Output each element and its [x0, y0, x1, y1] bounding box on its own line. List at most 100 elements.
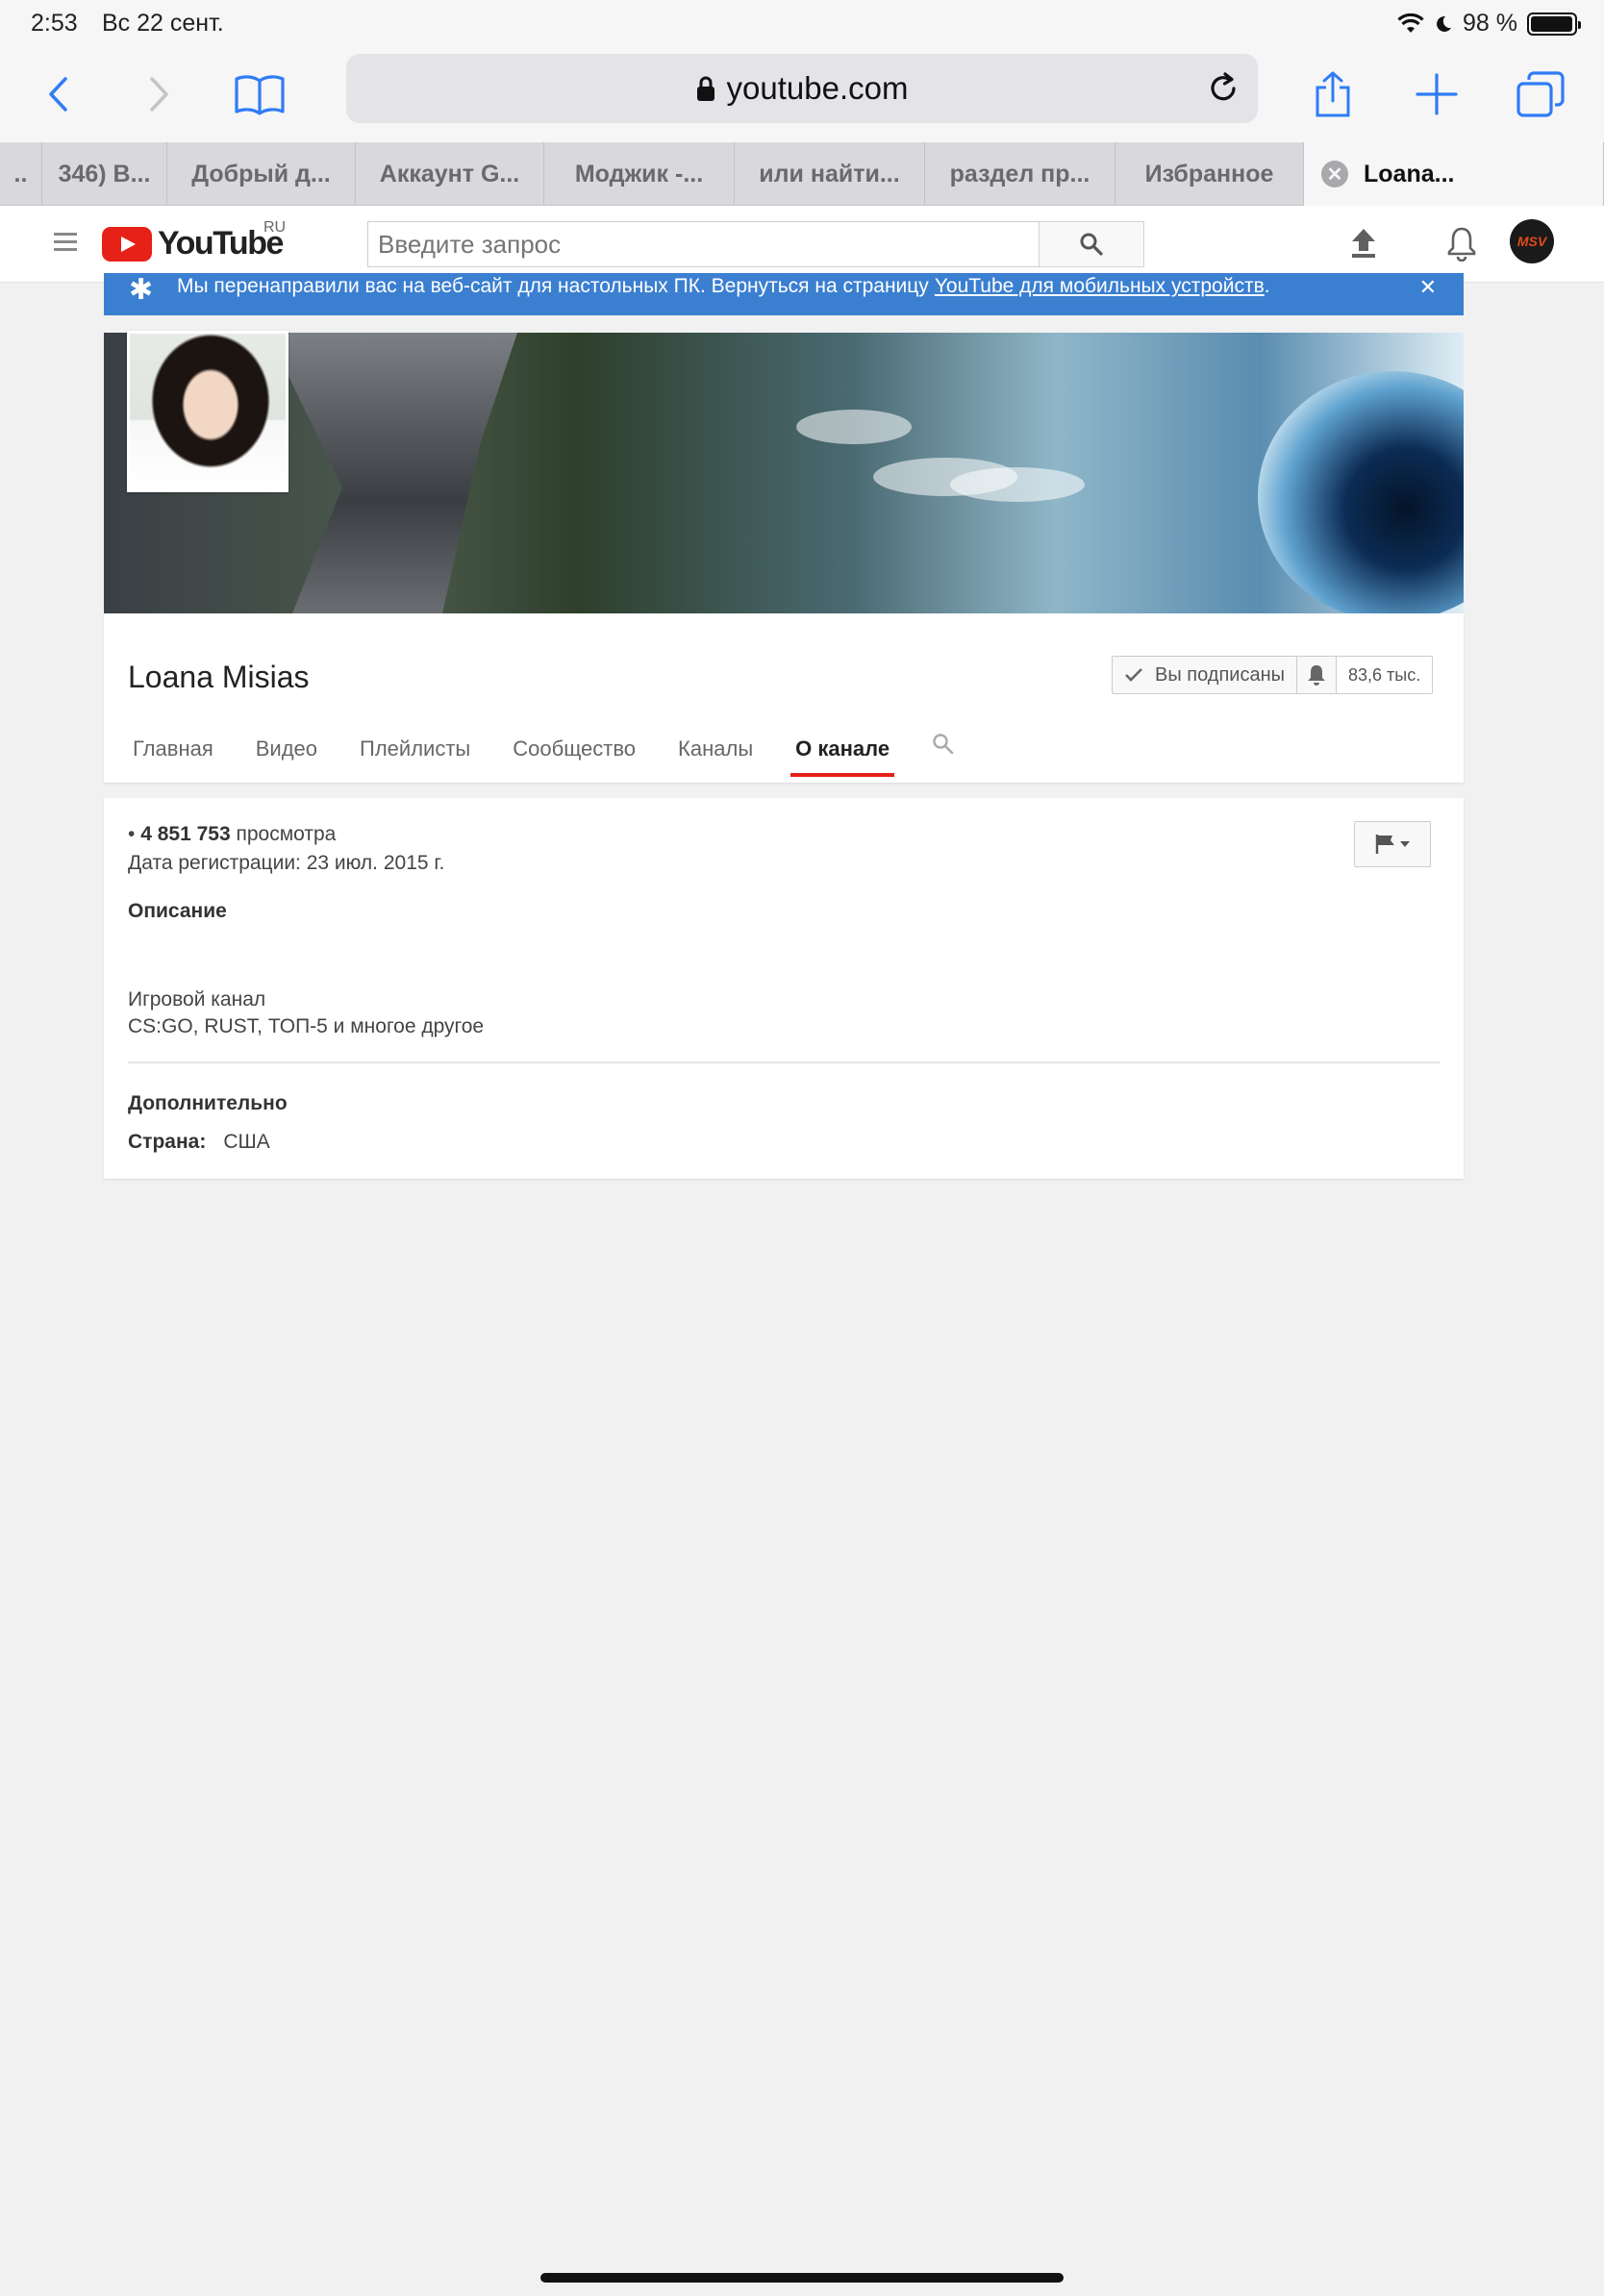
- redirect-banner: ✱ Мы перенаправили вас на веб-сайт для н…: [104, 273, 1464, 315]
- view-count: • 4 851 753 просмотра: [128, 823, 336, 846]
- banner-message: Мы перенаправили вас на веб-сайт для нас…: [177, 275, 929, 297]
- report-button[interactable]: [1354, 821, 1431, 867]
- description-heading: Описание: [128, 900, 227, 922]
- upload-icon[interactable]: [1348, 225, 1379, 260]
- bell-icon[interactable]: [1446, 225, 1477, 262]
- share-icon: [1316, 71, 1350, 117]
- channel-avatar[interactable]: [127, 331, 288, 492]
- channel-header: Loana Misias Вы подписаны 83,6 тыс. Глав…: [104, 613, 1464, 783]
- description-line: CS:GO, RUST, ТОП-5 и многое другое: [128, 1015, 485, 1037]
- battery-fill: [1531, 15, 1573, 32]
- about-panel: • 4 851 753 просмотра Дата регистрации: …: [104, 798, 1464, 1179]
- close-tab-icon[interactable]: ✕: [1321, 161, 1348, 187]
- browser-tab-active[interactable]: ✕ Loana...: [1304, 142, 1604, 206]
- notification-bell-button[interactable]: [1297, 657, 1337, 693]
- browser-tab[interactable]: Добрый д...: [167, 142, 356, 206]
- status-bar: 2:53 Вс 22 сент. 98 %: [0, 0, 1604, 46]
- battery-icon: [1527, 12, 1581, 36]
- url-text: youtube.com: [726, 70, 909, 106]
- wifi-icon: [1397, 12, 1424, 33]
- status-indicators: 98 %: [1397, 10, 1581, 37]
- close-icon[interactable]: ✕: [1419, 275, 1437, 300]
- browser-tab[interactable]: 346) В...: [42, 142, 167, 206]
- cloud-art: [796, 410, 912, 444]
- search-icon: [933, 734, 954, 755]
- subscribed-button[interactable]: Вы подписаны: [1113, 657, 1297, 693]
- menu-icon[interactable]: [54, 233, 77, 256]
- moon-icon: [1437, 15, 1452, 32]
- channel-tabs: Главная Видео Плейлисты Сообщество Каналы О к…: [128, 727, 992, 777]
- tab-channel-section[interactable]: Сообщество: [508, 727, 640, 777]
- divider: [128, 1061, 1440, 1063]
- tabs-overview-button[interactable]: [1512, 65, 1569, 123]
- subscriber-count: 83,6 тыс.: [1337, 657, 1433, 693]
- views-number: 4 851 753: [140, 823, 231, 845]
- browser-toolbar: youtube.com: [0, 46, 1604, 142]
- tab-channel-section[interactable]: Видео: [251, 727, 322, 777]
- tab-label: раздел пр...: [949, 160, 1090, 187]
- banner-text: Мы перенаправили вас на веб-сайт для нас…: [177, 275, 1270, 298]
- status-date: Вс 22 сент.: [102, 10, 224, 37]
- search-button[interactable]: [1039, 221, 1144, 267]
- search-icon: [1080, 233, 1103, 256]
- avatar-photo: [130, 334, 286, 489]
- bookmarks-button[interactable]: [231, 65, 288, 123]
- channel-banner-image: [104, 333, 1464, 613]
- book-icon: [235, 75, 285, 115]
- mobile-site-link[interactable]: YouTube для мобильных устройств: [935, 275, 1265, 297]
- youtube-logo[interactable]: YouTube RU: [102, 219, 286, 262]
- banner-suffix: .: [1264, 275, 1270, 297]
- search-form: [367, 221, 1144, 267]
- home-indicator[interactable]: [540, 2273, 1064, 2283]
- vortex-art: [1258, 371, 1464, 613]
- astronaut-art: [267, 333, 517, 613]
- tab-label: Избранное: [1144, 160, 1274, 187]
- back-button[interactable]: [29, 65, 87, 123]
- channel-name[interactable]: Loana Misias: [128, 660, 310, 695]
- search-input[interactable]: [367, 221, 1039, 267]
- subscribe-control: Вы подписаны 83,6 тыс.: [1112, 656, 1434, 694]
- tab-label: 346) В...: [58, 160, 151, 187]
- tab-label: или найти...: [759, 160, 900, 187]
- tab-label: Аккаунт G...: [379, 160, 520, 187]
- play-icon: [102, 226, 152, 262]
- reload-icon[interactable]: [1206, 71, 1241, 106]
- status-time: 2:53: [31, 10, 78, 37]
- check-icon: [1125, 668, 1142, 682]
- tab-channel-section[interactable]: Главная: [128, 727, 218, 777]
- browser-tab-strip: .. 346) В... Добрый д... Аккаунт G... Моджик…: [0, 142, 1604, 206]
- account-avatar[interactable]: MSV: [1510, 219, 1554, 263]
- description-line: Игровой канал: [128, 988, 266, 1011]
- views-label: просмотра: [236, 823, 337, 845]
- cloud-art: [950, 467, 1085, 502]
- tab-about[interactable]: О канале: [790, 727, 895, 777]
- browser-tab[interactable]: Аккаунт G...: [356, 142, 544, 206]
- share-button[interactable]: [1304, 65, 1362, 123]
- additional-heading: Дополнительно: [128, 1092, 288, 1114]
- country-label: Страна:: [128, 1131, 207, 1153]
- plus-icon: [1416, 73, 1458, 115]
- browser-tab[interactable]: или найти...: [735, 142, 925, 206]
- region-label: RU: [263, 219, 287, 236]
- views-bullet: •: [128, 823, 136, 845]
- country-row: Страна: США: [128, 1131, 270, 1154]
- browser-tab[interactable]: раздел пр...: [925, 142, 1115, 206]
- forward-button[interactable]: [131, 65, 188, 123]
- tab-channel-section[interactable]: Плейлисты: [355, 727, 475, 777]
- browser-tab[interactable]: Избранное: [1115, 142, 1304, 206]
- address-bar[interactable]: youtube.com: [346, 54, 1258, 123]
- chevron-left-icon: [49, 77, 67, 112]
- tab-channel-section[interactable]: Каналы: [673, 727, 758, 777]
- tabs-icon: [1516, 71, 1565, 117]
- flag-icon: [1375, 835, 1410, 854]
- tab-label: Loana...: [1364, 160, 1455, 187]
- browser-tab[interactable]: Моджик -...: [544, 142, 735, 206]
- country-value: США: [223, 1131, 270, 1153]
- bell-icon: [1308, 665, 1325, 686]
- browser-tab[interactable]: ..: [0, 142, 42, 206]
- channel-description: Игровой канал CS:GO, RUST, ТОП-5 и много…: [128, 986, 484, 1040]
- battery-percent: 98 %: [1463, 10, 1517, 37]
- channel-search-button[interactable]: [927, 727, 960, 777]
- new-tab-button[interactable]: [1408, 65, 1466, 123]
- lock-icon: [696, 76, 714, 101]
